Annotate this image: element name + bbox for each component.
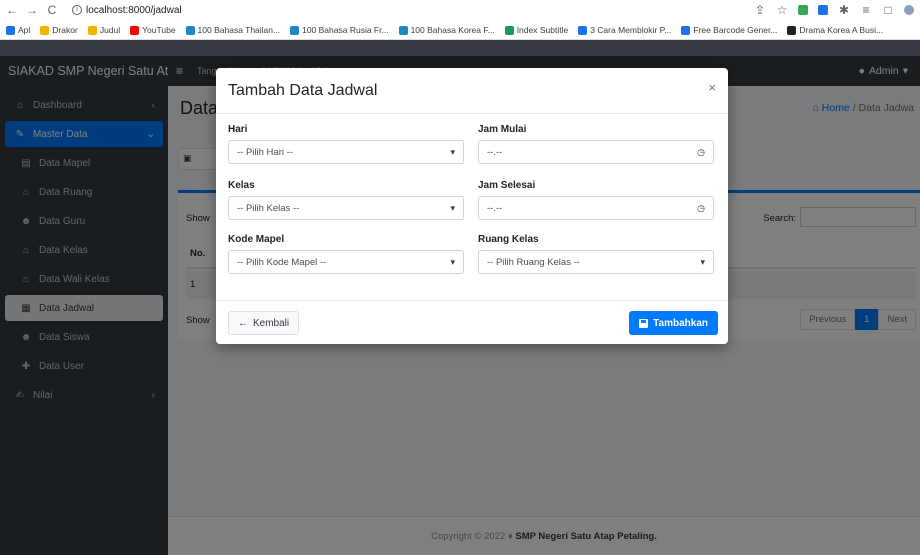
form-group-jam-selesai: Jam Selesai --.-- ◷	[478, 180, 714, 220]
extension-icon[interactable]	[818, 5, 828, 15]
jam-mulai-value: --.--	[487, 146, 503, 158]
bookmark-label: Apl	[18, 25, 31, 35]
browser-actions: ⇪ ☆ ✱ ≡ □	[754, 3, 914, 17]
jam-mulai-input[interactable]: --.-- ◷	[478, 140, 714, 164]
modal-footer: ← Kembali Tambahkan	[216, 300, 728, 344]
forward-arrow-icon[interactable]: →	[26, 3, 38, 17]
extension-icon[interactable]	[798, 5, 808, 15]
form-group-ruang-kelas: Ruang Kelas -- Pilih Ruang Kelas -- ▾	[478, 234, 714, 274]
modal-header: Tambah Data Jadwal ×	[216, 68, 728, 114]
kelas-label: Kelas	[228, 180, 255, 191]
form-group-hari: Hari -- Pilih Hari -- ▾	[228, 124, 464, 164]
back-arrow-icon[interactable]: ←	[6, 3, 18, 17]
bookmark-favicon-icon	[578, 25, 588, 35]
kode-mapel-label: Kode Mapel	[228, 234, 285, 245]
profile-avatar[interactable]	[904, 5, 914, 15]
bookmark-label: Drama Korea A Busi...	[799, 25, 884, 35]
kode-mapel-select[interactable]: -- Pilih Kode Mapel -- ▾	[228, 250, 464, 274]
bookmark-favicon-icon	[681, 25, 691, 35]
bookmark-label: Judul	[99, 25, 121, 35]
url-bar[interactable]: i localhost:8000/jadwal	[72, 5, 182, 16]
kelas-select[interactable]: -- Pilih Kelas -- ▾	[228, 196, 464, 220]
star-icon[interactable]: ☆	[776, 3, 788, 17]
jam-selesai-value: --.--	[487, 202, 503, 214]
bookmark-favicon-icon	[398, 25, 408, 35]
save-icon	[639, 318, 649, 328]
bookmark-favicon-icon	[87, 25, 97, 35]
bookmark-item[interactable]: YouTube	[130, 25, 176, 35]
hari-select-value: -- Pilih Hari --	[237, 146, 293, 158]
site-info-icon[interactable]: i	[72, 5, 82, 15]
modal-title: Tambah Data Jadwal	[228, 82, 378, 99]
bookmark-label: Index Subtitle	[516, 25, 569, 35]
caret-down-icon: ▾	[450, 256, 455, 267]
bookmark-favicon-icon	[290, 25, 300, 35]
caret-down-icon: ▾	[450, 202, 455, 213]
form-group-kelas: Kelas -- Pilih Kelas -- ▾	[228, 180, 464, 220]
bookmark-label: 100 Bahasa Korea F...	[410, 25, 495, 35]
caret-down-icon: ▾	[450, 146, 455, 157]
share-icon[interactable]: ⇪	[754, 3, 766, 17]
reading-list-icon[interactable]: ≡	[860, 3, 872, 17]
jam-mulai-label: Jam Mulai	[478, 124, 527, 135]
bookmark-favicon-icon	[185, 25, 195, 35]
bookmark-favicon-icon	[787, 25, 797, 35]
navbar-top-strip	[0, 40, 920, 56]
form-group-kode-mapel: Kode Mapel -- Pilih Kode Mapel -- ▾	[228, 234, 464, 274]
bookmark-item[interactable]: Free Barcode Gener...	[681, 25, 777, 35]
hari-select[interactable]: -- Pilih Hari -- ▾	[228, 140, 464, 164]
ruang-kelas-select-value: -- Pilih Ruang Kelas --	[487, 256, 580, 268]
puzzle-icon[interactable]: ✱	[838, 3, 850, 17]
modal-body: Hari -- Pilih Hari -- ▾ Jam Mulai --.-- …	[216, 114, 728, 300]
bookmark-favicon-icon	[40, 25, 50, 35]
url-text: localhost:8000/jadwal	[86, 4, 182, 16]
bookmark-item[interactable]: Apl	[6, 25, 30, 35]
browser-toolbar: ← → C i localhost:8000/jadwal ⇪ ☆ ✱ ≡ □ …	[0, 0, 920, 40]
address-bar-row: ← → C i localhost:8000/jadwal ⇪ ☆ ✱ ≡ □	[0, 0, 920, 20]
clock-icon[interactable]: ◷	[697, 203, 705, 214]
ruang-kelas-label: Ruang Kelas	[478, 234, 539, 245]
bookmark-label: 100 Bahasa Thailan...	[197, 25, 281, 35]
form-group-jam-mulai: Jam Mulai --.-- ◷	[478, 124, 714, 164]
bookmark-item[interactable]: 3 Cara Memblokir P...	[578, 25, 671, 35]
submit-button[interactable]: Tambahkan	[629, 311, 718, 335]
bookmark-item[interactable]: Drama Korea A Busi...	[787, 25, 883, 35]
arrow-left-icon: ←	[238, 317, 248, 329]
bookmark-item[interactable]: 100 Bahasa Thailan...	[185, 25, 281, 35]
clock-icon[interactable]: ◷	[697, 147, 705, 158]
back-button[interactable]: ← Kembali	[228, 311, 300, 335]
add-schedule-modal: Tambah Data Jadwal × Hari -- Pilih Hari …	[216, 68, 728, 344]
kelas-select-value: -- Pilih Kelas --	[237, 202, 300, 214]
bookmarks-bar: Apl Drakor Judul YouTube 100 Bahasa Thailan.…	[0, 20, 920, 40]
kode-mapel-select-value: -- Pilih Kode Mapel --	[237, 256, 327, 268]
caret-down-icon: ▾	[700, 256, 705, 267]
close-icon[interactable]: ×	[708, 80, 716, 95]
bookmark-item[interactable]: Index Subtitle	[504, 25, 569, 35]
bookmark-label: YouTube	[142, 25, 176, 35]
bookmark-item[interactable]: 100 Bahasa Rusia Fr...	[290, 25, 389, 35]
back-button-label: Kembali	[253, 317, 290, 329]
reload-icon[interactable]: C	[46, 3, 58, 17]
bookmark-favicon-icon	[504, 25, 514, 35]
hari-label: Hari	[228, 124, 248, 135]
bookmark-favicon-icon	[130, 25, 140, 35]
jam-selesai-label: Jam Selesai	[478, 180, 536, 191]
bookmark-item[interactable]: 100 Bahasa Korea F...	[398, 25, 495, 35]
bookmark-item[interactable]: Drakor	[40, 25, 78, 35]
bookmark-favicon-icon	[6, 25, 15, 35]
submit-button-label: Tambahkan	[653, 317, 708, 329]
bookmark-item[interactable]: Judul	[87, 25, 121, 35]
sidepanel-icon[interactable]: □	[882, 3, 894, 17]
bookmark-label: 100 Bahasa Rusia Fr...	[302, 25, 389, 35]
bookmark-label: Drakor	[52, 25, 78, 35]
bookmark-label: 3 Cara Memblokir P...	[590, 25, 672, 35]
bookmark-label: Free Barcode Gener...	[693, 25, 778, 35]
jam-selesai-input[interactable]: --.-- ◷	[478, 196, 714, 220]
ruang-kelas-select[interactable]: -- Pilih Ruang Kelas -- ▾	[478, 250, 714, 274]
